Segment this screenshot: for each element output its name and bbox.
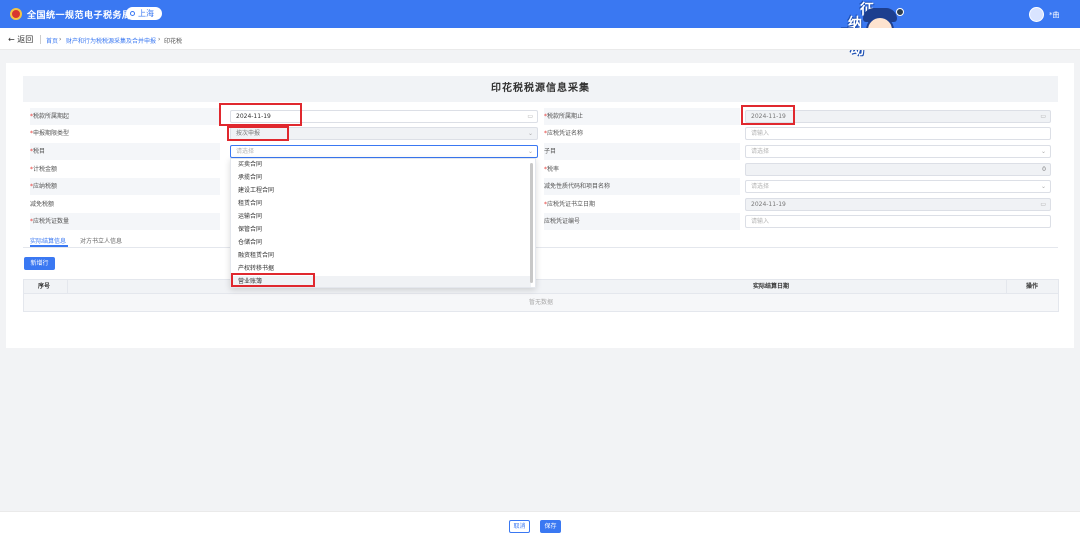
tax-bureau-logo-icon: [10, 8, 22, 20]
table-header: 序号 实际结算日期 操作: [23, 279, 1059, 294]
dropdown-option[interactable]: 建设工程合同: [231, 185, 531, 197]
label-tax-payable: *应纳税额: [30, 178, 220, 195]
tab-divider: [23, 247, 1058, 248]
form-title-bar: 印花税税源信息采集: [23, 76, 1058, 102]
voucher-no-input[interactable]: 请输入: [745, 215, 1051, 228]
cancel-button[interactable]: 取消: [509, 520, 530, 533]
label-period-start: *税款所属期起: [30, 108, 220, 125]
dropdown-option[interactable]: 仓储合同: [231, 237, 531, 249]
highlight-selected-option: [231, 273, 315, 287]
chevron-down-icon: ⌄: [527, 148, 533, 155]
label-period-end: *税款所属期止: [544, 108, 740, 125]
save-button[interactable]: 保存: [540, 520, 561, 533]
tax-rate-field: 0: [745, 163, 1051, 176]
user-avatar[interactable]: [1029, 7, 1044, 22]
col-actions: 操作: [1026, 283, 1039, 290]
col-index: 序号: [38, 283, 51, 290]
label-exemption: 减免性质代码和项目名称: [544, 178, 740, 195]
exemption-select[interactable]: 请选择 ⌄: [745, 180, 1051, 193]
col-settlement-date: 实际结算日期: [753, 283, 790, 290]
sub-item-select[interactable]: 请选择 ⌄: [745, 145, 1051, 158]
dropdown-option[interactable]: 运输合同: [231, 211, 531, 223]
label-voucher-name: *应税凭证名称: [544, 130, 584, 137]
region-selector[interactable]: 上海: [126, 7, 162, 20]
chevron-down-icon: ⌄: [1040, 183, 1046, 190]
region-label: 上海: [138, 9, 154, 18]
calendar-icon: ▭: [527, 113, 533, 120]
breadcrumb: ← 返回 首页 › 财产和行为税税源采集及合并申报 › 印花税: [0, 28, 1080, 50]
back-arrow-icon: ←: [8, 35, 15, 44]
voucher-name-input[interactable]: 请输入: [745, 127, 1051, 140]
back-label: 返回: [17, 35, 34, 44]
col-divider: [67, 280, 68, 293]
top-bar: 全国统一规范电子税务局 上海 征 纳 互 动 *曲: [0, 0, 1080, 58]
tab-counterparty-info[interactable]: 对方书立人信息: [80, 236, 122, 245]
breadcrumb-separator: ›: [59, 36, 62, 43]
app-title: 全国统一规范电子税务局: [27, 11, 132, 21]
dropdown-option[interactable]: 买卖合同: [231, 159, 531, 171]
chevron-down-icon: ⌄: [527, 130, 533, 137]
breadcrumb-home[interactable]: 首页: [46, 36, 58, 45]
highlight-period-end: [741, 105, 795, 125]
label-tax-rate: *税率: [544, 166, 560, 173]
label-taxable-amount: *计税金额: [30, 166, 58, 173]
calendar-icon: ▭: [1040, 113, 1046, 120]
col-divider: [1006, 280, 1007, 293]
dropdown-option[interactable]: 融资租赁合同: [231, 250, 531, 262]
label-tax-item: *税目: [30, 143, 220, 160]
back-button[interactable]: ← 返回: [8, 34, 33, 45]
form-title: 印花税税源信息采集: [491, 83, 590, 94]
label-voucher-count: *应税凭证数量: [30, 213, 220, 230]
breadcrumb-separator: ›: [158, 36, 161, 43]
tab-settlement-info[interactable]: 实际结算信息: [30, 236, 66, 245]
dropdown-option[interactable]: 保管合同: [231, 224, 531, 236]
tab-active-indicator: [30, 245, 68, 247]
chevron-down-icon: ⌄: [1040, 148, 1046, 155]
footer-bar: 取消 保存: [0, 511, 1080, 538]
table-empty: 暂无数据: [23, 294, 1059, 312]
label-voucher-date: *应税凭证书立日期: [544, 201, 596, 208]
label-declare-type: *申报期限类型: [30, 130, 70, 137]
location-pin-icon: [130, 11, 135, 16]
tax-item-dropdown: 买卖合同 承揽合同 建设工程合同 租赁合同 运输合同 保管合同 仓储合同 融资租…: [230, 158, 536, 288]
dropdown-option[interactable]: 租赁合同: [231, 198, 531, 210]
voucher-date-datepicker[interactable]: 2024-11-19 ▭: [745, 198, 1051, 211]
breadcrumb-divider: [40, 35, 41, 44]
breadcrumb-current: 印花税: [164, 38, 183, 45]
label-voucher-no: 应税凭证编号: [544, 213, 740, 230]
highlight-period-start: [219, 103, 302, 126]
mascot-close-icon[interactable]: [896, 8, 904, 16]
dropdown-scrollbar[interactable]: [530, 163, 533, 283]
breadcrumb-category[interactable]: 财产和行为税税源采集及合并申报: [66, 36, 156, 45]
add-row-button[interactable]: 新增行: [24, 257, 55, 270]
dropdown-option[interactable]: 承揽合同: [231, 172, 531, 184]
tax-item-select[interactable]: 请选择 ⌄: [230, 145, 538, 158]
calendar-icon: ▭: [1040, 201, 1046, 208]
label-tax-reduction: 减免税额: [30, 201, 55, 208]
user-name[interactable]: *曲: [1049, 10, 1060, 20]
label-sub-item: 子目: [544, 143, 740, 160]
highlight-declare-type: [227, 126, 289, 141]
